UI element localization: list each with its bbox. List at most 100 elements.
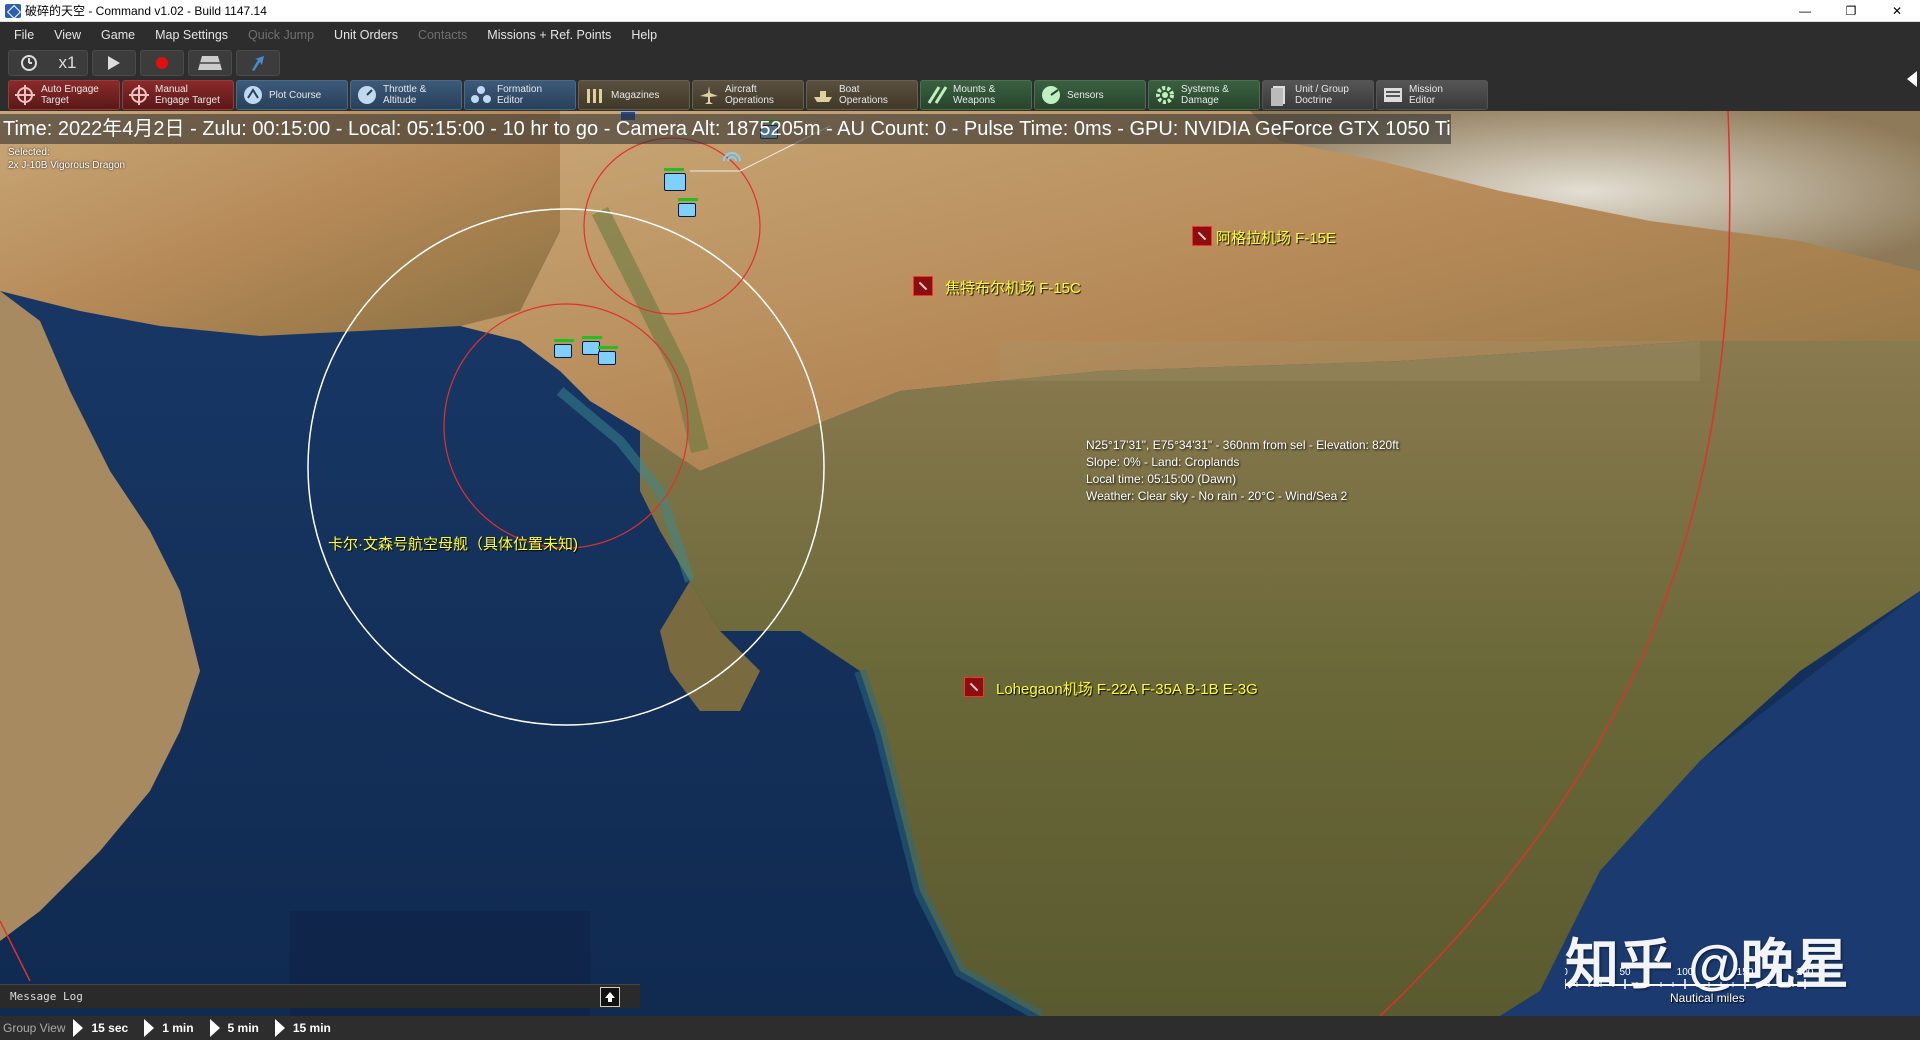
plot-course-button[interactable]: Plot Course: [236, 80, 348, 110]
airbase-agra-label: 阿格拉机场 F-15E: [1216, 230, 1337, 247]
play-icon: [108, 56, 120, 70]
toolbar-button-label: Magazines: [611, 89, 660, 101]
toolbar-button-label: Systems & Damage: [1181, 84, 1229, 106]
menu-item-unit-orders[interactable]: Unit Orders: [324, 28, 408, 42]
sensors-button[interactable]: Sensors: [1034, 80, 1146, 110]
menu-item-help[interactable]: Help: [621, 28, 667, 42]
record-button[interactable]: [140, 50, 184, 76]
minimize-button[interactable]: —: [1782, 0, 1828, 22]
crosshair-icon: [13, 83, 37, 107]
toolbar-button-label: Mounts & Weapons: [953, 84, 996, 106]
friendly-unit[interactable]: [664, 168, 686, 191]
play-button[interactable]: [92, 50, 136, 76]
group-view-toggle[interactable]: Group View: [3, 1021, 65, 1035]
map-terrain: [0, 111, 1920, 1016]
friendly-unit[interactable]: [598, 346, 618, 365]
hangar-button[interactable]: [188, 50, 232, 76]
friendly-unit[interactable]: [678, 198, 698, 217]
pointer-button[interactable]: [236, 50, 280, 76]
time-step-bar: Group View 15 sec 1 min 5 min 15 min: [0, 1016, 1920, 1040]
time-step-1-min[interactable]: 1 min: [144, 1019, 194, 1037]
window-title: 破碎的天空 - Command v1.02 - Build 1147.14: [25, 4, 267, 18]
time-compression-button[interactable]: x1: [8, 50, 88, 76]
airbase-lohegaon-label: Lohegaon机场 F-22A F-35A B-1B E-3G: [996, 681, 1258, 698]
aircraft-operations-button[interactable]: Aircraft Operations: [692, 80, 804, 110]
map-scale-bar: 0 50 100 150 200 Nautical miles: [1565, 945, 1865, 1005]
cursor-coords: N25°17'31", E75°34'31" - 360nm from sel …: [1086, 438, 1399, 452]
menu-item-missions-ref-points[interactable]: Missions + Ref. Points: [477, 28, 621, 42]
scale-unit-label: Nautical miles: [1670, 991, 1745, 1005]
window-controls: — ❐ ✕: [1782, 0, 1920, 22]
throttle-altitude-button[interactable]: Throttle & Altitude: [350, 80, 462, 110]
toolbar-button-label: Auto Engage Target: [41, 84, 99, 106]
cursor-weather: Weather: Clear sky - No rain - 20°C - Wi…: [1086, 489, 1348, 503]
sensor-icon: [1039, 83, 1063, 107]
hangar-icon: [198, 56, 222, 70]
formation-icon: [469, 83, 493, 107]
radar-icon[interactable]: [722, 149, 742, 163]
menu-item-map-settings[interactable]: Map Settings: [145, 28, 238, 42]
cursor-location-info: N25°17'31", E75°34'31" - 360nm from sel …: [1086, 437, 1399, 505]
magazines-button[interactable]: Magazines: [578, 80, 690, 110]
airbase-agra-marker[interactable]: [1192, 226, 1212, 246]
carrier-label: 卡尔·文森号航空母舰（具体位置未知): [328, 536, 578, 553]
toolbar-button-label: Throttle & Altitude: [383, 84, 427, 106]
magazine-icon: [583, 83, 607, 107]
time-toolbar: x1: [0, 47, 1920, 79]
toolbar-button-label: Aircraft Operations: [725, 84, 774, 106]
airbase-jodhpur-label: 焦特布尔机场 F-15C: [945, 280, 1081, 297]
time-step-15-sec[interactable]: 15 sec: [73, 1019, 128, 1037]
boat-operations-button[interactable]: Boat Operations: [806, 80, 918, 110]
toolbar-button-label: Sensors: [1067, 89, 1104, 101]
gear-icon: [1153, 83, 1177, 107]
clock-icon: [20, 55, 37, 71]
status-line: Time: 2022年4月2日 - Zulu: 00:15:00 - Local…: [0, 114, 1451, 144]
manual-engage-target-button[interactable]: Manual Engage Target: [122, 80, 234, 110]
close-button[interactable]: ✕: [1874, 0, 1920, 22]
airbase-jodhpur-marker[interactable]: [913, 276, 933, 296]
boat-icon: [811, 83, 835, 107]
expand-log-button[interactable]: [600, 987, 620, 1007]
mission-editor-button[interactable]: Mission Editor: [1376, 80, 1488, 110]
play-step-icon: [209, 1019, 220, 1037]
selected-heading: Selected:: [8, 147, 50, 158]
map-view[interactable]: 阿格拉机场 F-15E 焦特布尔机场 F-15C Lohegaon机场 F-22…: [0, 111, 1920, 1016]
app-icon: [5, 3, 21, 18]
systems-damage-button[interactable]: Systems & Damage: [1148, 80, 1260, 110]
scale-tick-label: 150: [1737, 967, 1754, 978]
unit-command-toolbar: Auto Engage Target Manual Engage Target Pl…: [0, 79, 1920, 111]
toolbar-button-label: Manual Engage Target: [155, 84, 220, 106]
friendly-unit[interactable]: [554, 339, 574, 358]
menu-item-view[interactable]: View: [44, 28, 91, 42]
menu-item-file[interactable]: File: [4, 28, 44, 42]
time-step-5-min[interactable]: 5 min: [209, 1019, 259, 1037]
scale-tick-label: 200: [1797, 967, 1814, 978]
message-log-panel[interactable]: Message Log: [0, 984, 640, 1008]
play-step-icon: [274, 1019, 285, 1037]
toolbar-button-label: Unit / Group Doctrine: [1295, 84, 1349, 106]
side-panel-toggle-button[interactable]: [1904, 47, 1920, 111]
waypoint-icon: [241, 83, 265, 107]
formation-editor-button[interactable]: Formation Editor: [464, 80, 576, 110]
menu-item-game[interactable]: Game: [91, 28, 145, 42]
scale-tick-label: 100: [1677, 967, 1694, 978]
toolbar-button-label: Plot Course: [269, 89, 322, 101]
toolbar-button-label: Mission Editor: [1409, 84, 1443, 106]
airbase-lohegaon-marker[interactable]: [964, 677, 984, 697]
scale-tick-label: 50: [1619, 967, 1631, 978]
time-compression-label: x1: [58, 53, 77, 72]
toolbar-button-label: Formation Editor: [497, 84, 543, 106]
time-step-15-min[interactable]: 15 min: [274, 1019, 331, 1037]
weapons-icon: [925, 83, 949, 107]
scale-tick-label: 0: [1565, 967, 1568, 978]
unit-group-doctrine-button[interactable]: Unit / Group Doctrine: [1262, 80, 1374, 110]
play-step-icon: [73, 1019, 84, 1037]
selected-unit-name: 2x J-10B Vigorous Dragon: [8, 160, 126, 171]
restore-button[interactable]: ❐: [1828, 0, 1874, 22]
time-step-label: 15 sec: [91, 1021, 129, 1035]
mounts-weapons-button[interactable]: Mounts & Weapons: [920, 80, 1032, 110]
time-step-label: 5 min: [227, 1021, 259, 1035]
mission-icon: [1381, 83, 1405, 107]
doctrine-icon: [1267, 83, 1291, 107]
auto-engage-target-button[interactable]: Auto Engage Target: [8, 80, 120, 110]
